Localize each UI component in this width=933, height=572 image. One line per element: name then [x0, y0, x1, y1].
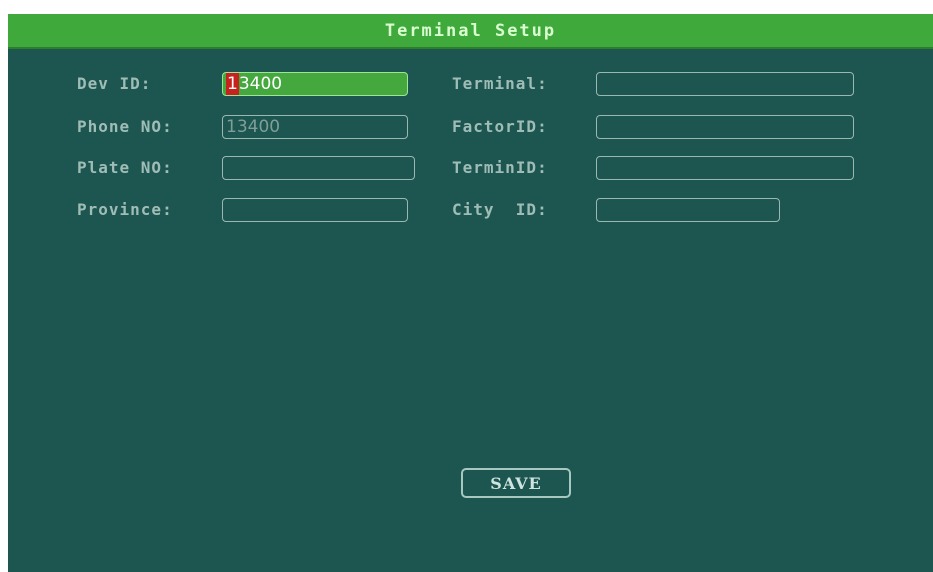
terminal-setup-screen: Terminal Setup Dev ID: 13400 Phone NO: 1… — [8, 14, 933, 572]
province-field[interactable] — [222, 198, 408, 222]
dev-id-field[interactable]: 13400 — [222, 72, 408, 96]
window-title: Terminal Setup — [384, 20, 557, 41]
phone-no-label: Phone NO: — [77, 117, 173, 136]
save-button[interactable]: SAVE — [461, 468, 571, 498]
text-cursor: 1 — [226, 73, 239, 95]
termin-id-label: TerminID: — [452, 158, 548, 177]
plate-no-field[interactable] — [222, 156, 415, 180]
dev-id-value: 3400 — [238, 74, 283, 94]
province-label: Province: — [77, 200, 173, 219]
phone-no-field[interactable]: 13400 — [222, 115, 408, 139]
plate-no-label: Plate NO: — [77, 158, 173, 177]
city-id-field[interactable] — [596, 198, 780, 222]
terminal-label: Terminal: — [452, 74, 548, 93]
factor-id-field[interactable] — [596, 115, 854, 139]
termin-id-field[interactable] — [596, 156, 854, 180]
terminal-field[interactable] — [596, 72, 854, 96]
dev-id-label: Dev ID: — [77, 74, 152, 93]
factor-id-label: FactorID: — [452, 117, 548, 136]
title-bar: Terminal Setup — [8, 14, 933, 49]
city-id-label: City ID: — [452, 200, 548, 219]
